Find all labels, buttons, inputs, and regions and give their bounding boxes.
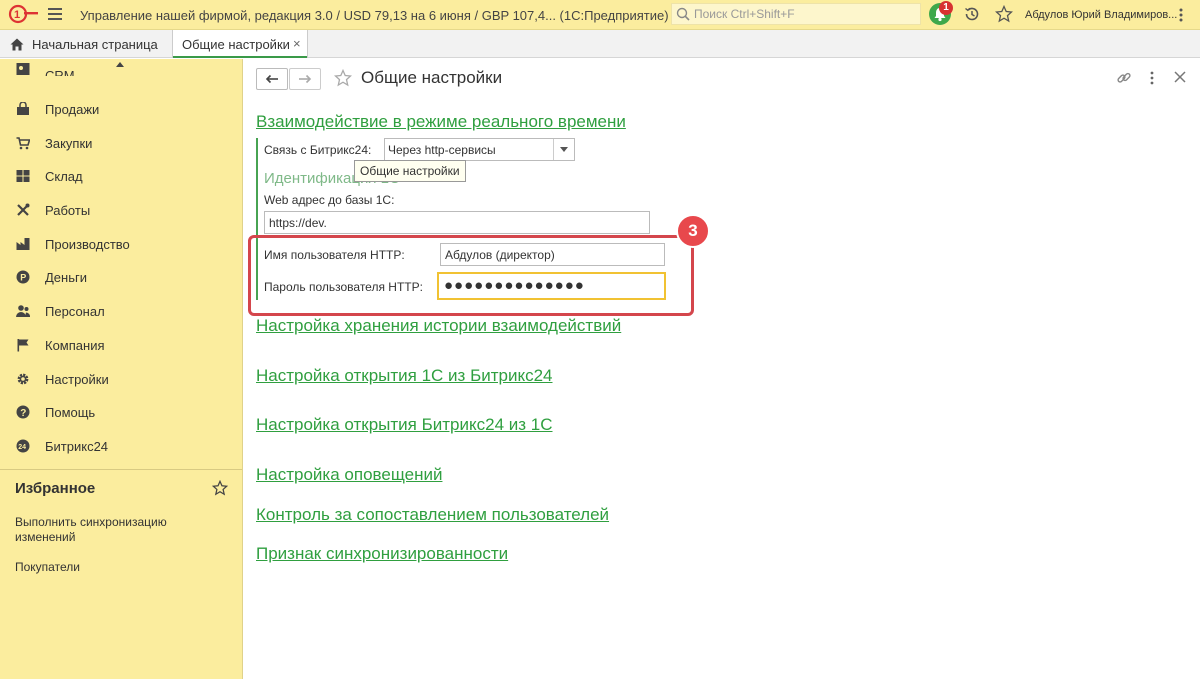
favorites-title: Избранное [15, 480, 96, 497]
sales-icon [16, 102, 30, 116]
step-number-badge: 3 [676, 214, 710, 248]
main-content: Общие настройки Взаимодействие в режиме … [244, 59, 1200, 679]
section-open-bitrix-from-1c[interactable]: Настройка открытия Битрикс24 из 1С [256, 415, 553, 435]
title-bar: 1 Управление нашей фирмой, редакция 3.0 … [0, 0, 1200, 30]
sidebar-item-label: Закупки [45, 135, 93, 151]
svg-text:1: 1 [14, 9, 20, 21]
history-icon[interactable] [963, 5, 981, 23]
arrow-right-icon [299, 74, 312, 84]
notifications-count-badge: 1 [939, 1, 953, 15]
back-button[interactable] [256, 68, 288, 90]
page-title: Общие настройки [361, 68, 503, 87]
favorite-item-sync[interactable]: Выполнить синхронизацию изменений [15, 515, 215, 545]
dropdown-button[interactable] [553, 139, 574, 160]
sidebar-item-bitrix24[interactable]: 24 Битрикс24 [0, 431, 242, 461]
link-icon[interactable] [1116, 70, 1132, 86]
tooltip: Общие настройки [354, 160, 466, 182]
close-tab-icon[interactable]: × [293, 36, 301, 51]
sidebar-item-works[interactable]: Работы [0, 195, 242, 225]
sidebar-item-company[interactable]: Компания [0, 330, 242, 360]
gear-icon [16, 372, 30, 386]
sidebar-item-label: Персонал [45, 303, 105, 319]
production-icon [16, 237, 30, 251]
favorite-item-customers[interactable]: Покупатели [15, 560, 215, 575]
sidebar-item-label: Настройки [45, 371, 109, 387]
search-placeholder: Поиск Ctrl+Shift+F [694, 7, 795, 21]
sidebar-item-label: Продажи [45, 101, 100, 117]
sidebar-item-help[interactable]: ? Помощь [0, 397, 242, 427]
global-search-input[interactable]: Поиск Ctrl+Shift+F [671, 3, 921, 25]
tab-home[interactable]: Начальная страница [0, 30, 170, 58]
sidebar-item-personnel[interactable]: Персонал [0, 296, 242, 326]
add-to-favorites-star-icon[interactable] [334, 69, 352, 87]
sidebar-item-sales[interactable]: Продажи [0, 94, 242, 124]
sidebar: CRM Продажи Закупки Склад Работы Произво… [0, 59, 243, 679]
purchases-icon [16, 136, 30, 150]
favorites-star-icon[interactable] [995, 5, 1013, 23]
connection-select-value: Через http-сервисы [388, 143, 496, 157]
connection-select[interactable]: Через http-сервисы [384, 138, 575, 161]
sidebar-item-settings[interactable]: Настройки [0, 364, 242, 394]
sidebar-item-label: Склад [45, 168, 83, 184]
current-user-name[interactable]: Абдулов Юрий Владимиров... [1025, 9, 1177, 21]
app-title: Управление нашей фирмой, редакция 3.0 / … [80, 8, 669, 23]
warehouse-icon [16, 169, 30, 183]
more-actions-icon[interactable] [1149, 70, 1155, 86]
sidebar-item-production[interactable]: Производство [0, 229, 242, 259]
forward-button[interactable] [289, 68, 321, 90]
money-icon: Р [16, 270, 30, 284]
search-icon [676, 7, 690, 21]
1c-logo-icon[interactable]: 1 [8, 4, 38, 24]
help-icon: ? [16, 405, 30, 419]
section-realtime-interaction[interactable]: Взаимодействие в режиме реального времен… [256, 112, 626, 132]
main-menu-icon[interactable] [48, 8, 62, 20]
company-flag-icon [16, 338, 30, 352]
sidebar-item-label: Битрикс24 [45, 438, 109, 454]
tabs-bar: Начальная страница Общие настройки × [0, 30, 1200, 58]
sidebar-item-purchases[interactable]: Закупки [0, 128, 242, 158]
section-notifications[interactable]: Настройка оповещений [256, 465, 442, 485]
tab-home-label: Начальная страница [32, 36, 158, 52]
sidebar-item-label: Работы [45, 202, 91, 218]
section-history-storage[interactable]: Настройка хранения истории взаимодействи… [256, 316, 621, 336]
sidebar-item-crm[interactable]: CRM [0, 59, 242, 76]
sidebar-divider [0, 469, 242, 470]
arrow-left-icon [265, 74, 278, 84]
sidebar-item-label: Компания [45, 337, 105, 353]
svg-text:Р: Р [20, 273, 26, 283]
more-menu-icon[interactable] [1178, 6, 1184, 24]
sidebar-item-label: CRM [45, 68, 75, 76]
section-sync-flag[interactable]: Признак синхронизированности [256, 544, 508, 564]
sidebar-item-money[interactable]: Р Деньги [0, 262, 242, 292]
personnel-icon [16, 304, 30, 318]
svg-text:?: ? [20, 408, 26, 419]
tab-general-settings-label: Общие настройки [182, 36, 290, 52]
sidebar-item-warehouse[interactable]: Склад [0, 161, 242, 191]
chevron-down-icon [560, 147, 568, 152]
sidebar-item-label: Помощь [45, 404, 96, 420]
bitrix24-icon: 24 [16, 439, 30, 453]
favorites-star-icon[interactable] [212, 480, 228, 496]
close-icon[interactable] [1173, 70, 1187, 84]
tab-general-settings[interactable]: Общие настройки × [172, 30, 308, 58]
home-icon [10, 38, 24, 50]
web-address-label: Web адрес до базы 1С: [264, 193, 395, 207]
connection-label: Связь с Битрикс24: [264, 143, 372, 157]
works-icon [16, 203, 30, 217]
sidebar-item-label: Производство [45, 236, 130, 252]
section-open-1c-from-bitrix[interactable]: Настройка открытия 1С из Битрикс24 [256, 366, 553, 386]
web-address-input[interactable]: https://dev. [264, 211, 650, 234]
section-user-mapping-control[interactable]: Контроль за сопоставлением пользователей [256, 505, 609, 525]
crm-icon [16, 62, 30, 76]
sidebar-item-label: Деньги [45, 269, 87, 285]
svg-text:24: 24 [18, 444, 26, 451]
highlight-frame [248, 235, 694, 316]
